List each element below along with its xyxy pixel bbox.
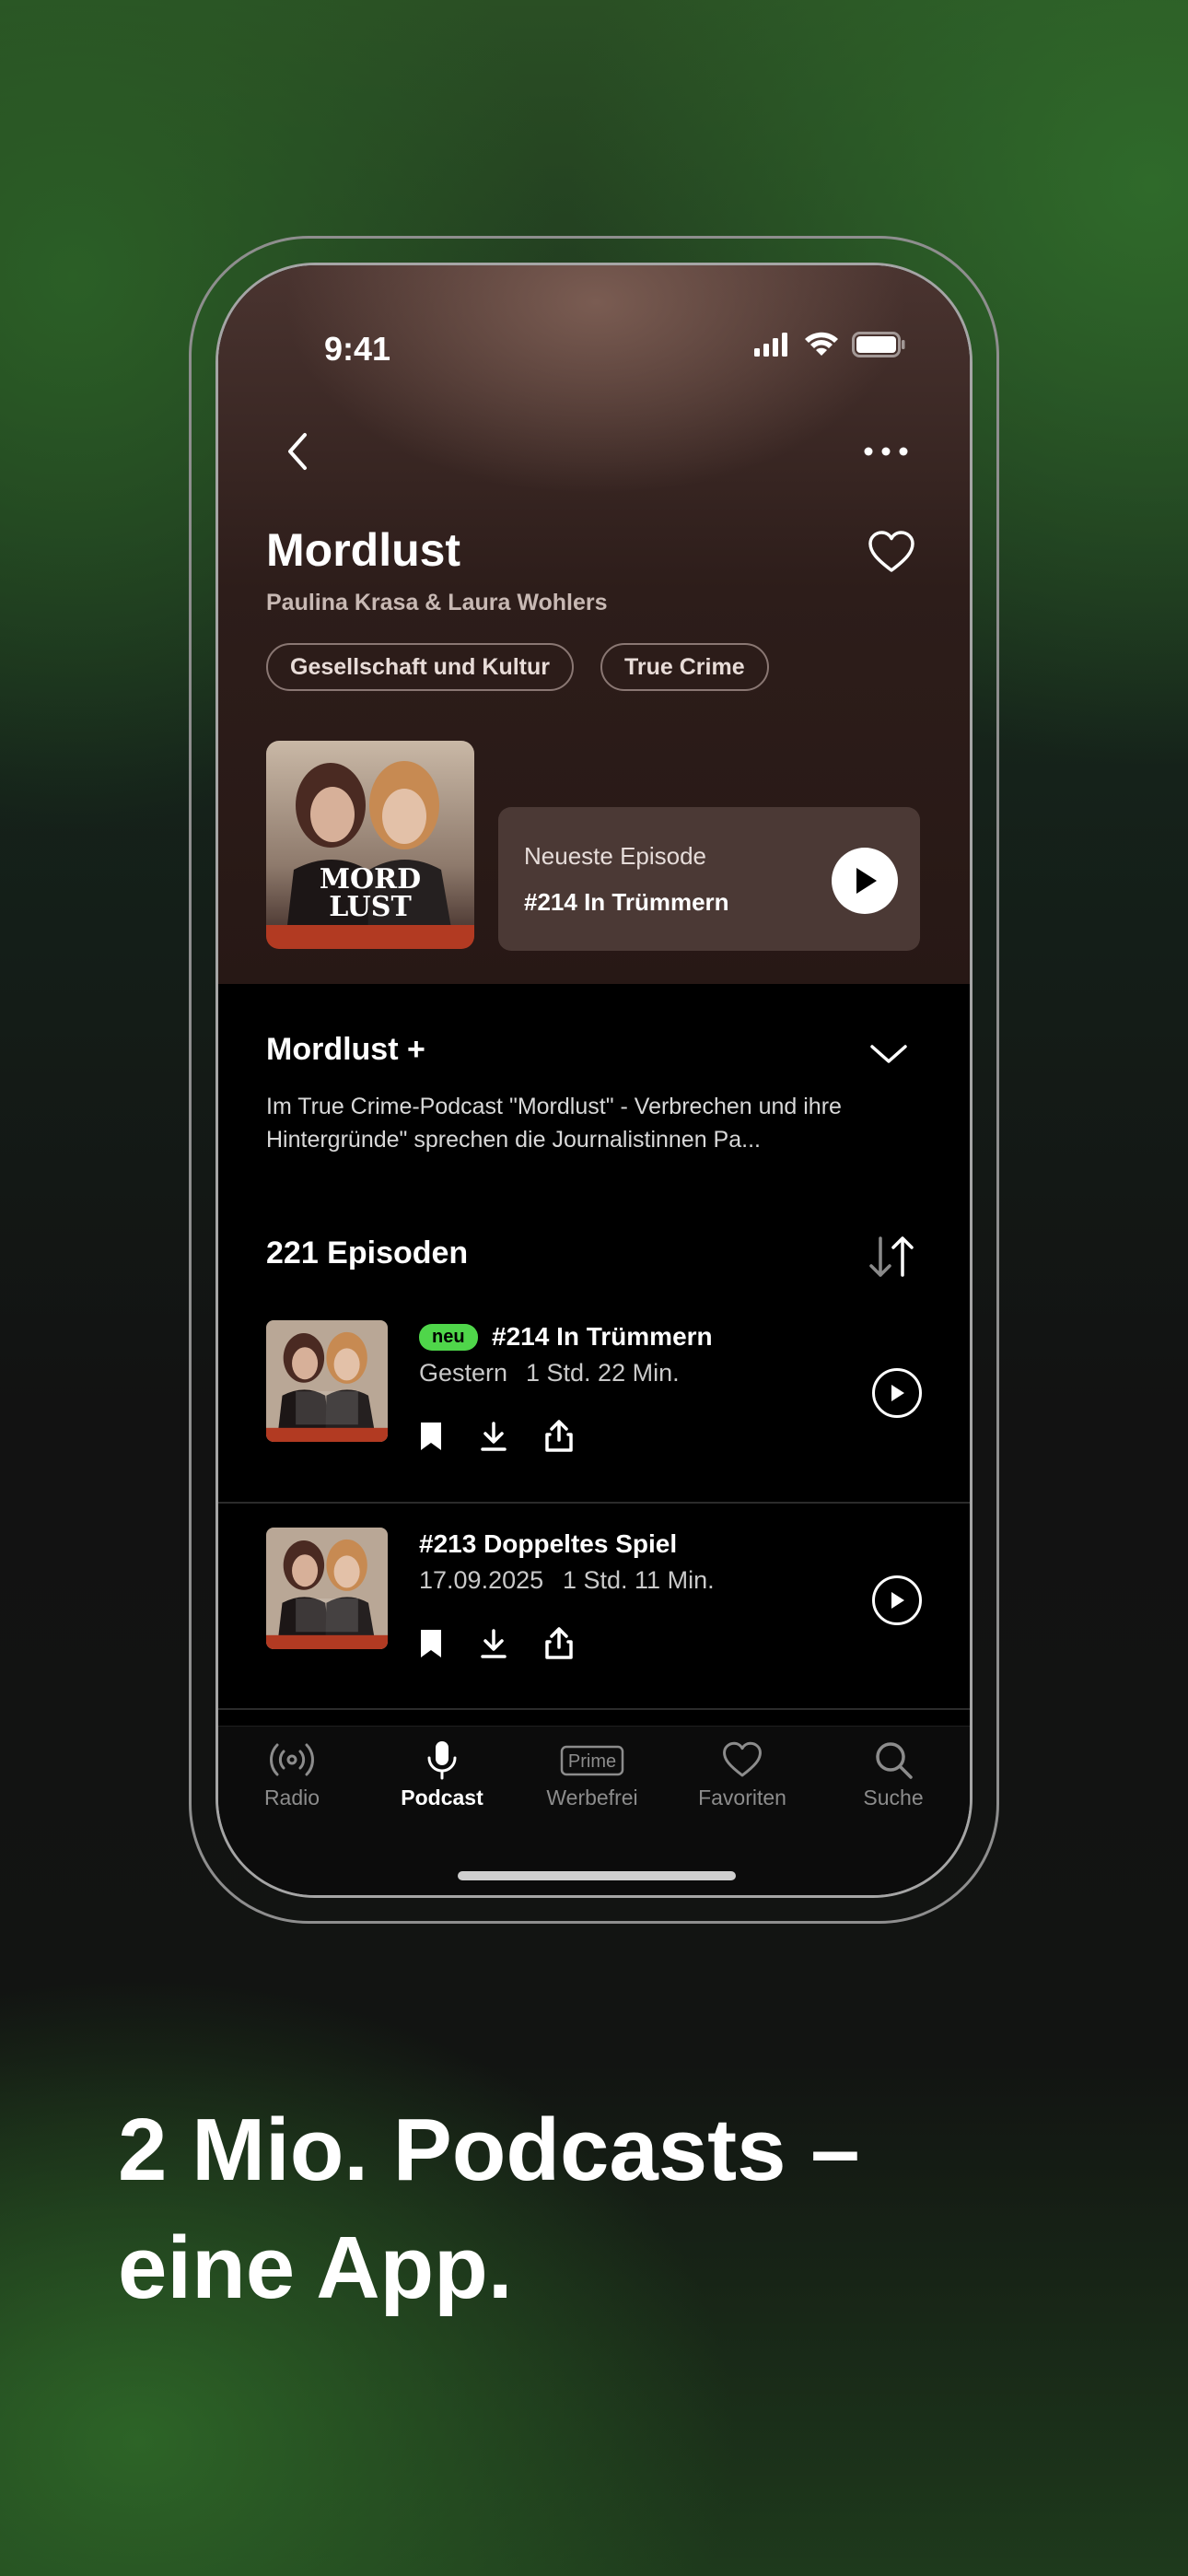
cover-art: MORD LUST bbox=[266, 741, 474, 949]
status-time: 9:41 bbox=[324, 330, 391, 368]
slogan-line-2: eine App. bbox=[118, 2219, 513, 2317]
tab-suche[interactable]: Suche bbox=[820, 1739, 967, 1810]
wifi-icon bbox=[805, 332, 838, 356]
podcast-cover[interactable]: MORD LUST bbox=[266, 741, 474, 949]
back-chevron-icon[interactable] bbox=[283, 429, 312, 474]
episode-play-button[interactable] bbox=[872, 1575, 922, 1625]
category-chip[interactable]: Gesellschaft und Kultur bbox=[266, 643, 574, 691]
latest-play-button[interactable] bbox=[832, 848, 898, 914]
more-options-icon[interactable] bbox=[863, 440, 909, 463]
signal-icon bbox=[754, 333, 787, 357]
play-icon bbox=[856, 868, 877, 894]
heart-icon bbox=[723, 1741, 762, 1777]
tab-label: Werbefrei bbox=[546, 1786, 638, 1809]
share-icon[interactable] bbox=[544, 1420, 574, 1453]
latest-episode-title: #214 In Trümmern bbox=[524, 888, 729, 916]
tab-label: Podcast bbox=[401, 1786, 483, 1809]
favorite-heart-icon[interactable] bbox=[868, 530, 915, 574]
tab-label: Suche bbox=[863, 1786, 924, 1809]
microphone-icon bbox=[427, 1741, 457, 1780]
episode-divider bbox=[218, 1708, 970, 1710]
play-icon bbox=[891, 1385, 904, 1401]
cover-text-lust: LUST bbox=[329, 891, 412, 923]
podcast-authors: Paulina Krasa & Laura Wohlers bbox=[266, 590, 608, 615]
tab-favoriten[interactable]: Favoriten bbox=[669, 1739, 816, 1810]
play-icon bbox=[891, 1592, 904, 1609]
episode-title: #213 Doppeltes Spiel bbox=[419, 1529, 678, 1558]
battery-icon bbox=[852, 332, 905, 357]
episode-row[interactable]: #213 Doppeltes Spiel 17.09.2025 1 Std. 1… bbox=[218, 1528, 970, 1734]
prime-icon-text: Prime bbox=[568, 1751, 616, 1772]
download-icon[interactable] bbox=[480, 1421, 507, 1452]
share-icon[interactable] bbox=[544, 1627, 574, 1660]
new-badge: neu bbox=[419, 1324, 478, 1351]
tab-radio[interactable]: Radio bbox=[218, 1739, 366, 1810]
episode-date: 17.09.2025 bbox=[419, 1566, 544, 1594]
tab-werbefrei[interactable]: Prime Werbefrei bbox=[518, 1739, 666, 1810]
episode-thumbnail bbox=[266, 1320, 388, 1442]
about-title: Mordlust + bbox=[266, 1032, 425, 1067]
episodes-count: 221 Episoden bbox=[266, 1235, 469, 1270]
episode-duration: 1 Std. 22 Min. bbox=[526, 1359, 680, 1387]
episode-date: Gestern bbox=[419, 1359, 508, 1387]
search-icon bbox=[876, 1742, 913, 1779]
tab-label: Radio bbox=[263, 1786, 320, 1809]
episode-duration: 1 Std. 11 Min. bbox=[563, 1566, 715, 1594]
bookmark-icon[interactable] bbox=[419, 1421, 443, 1452]
chevron-down-icon[interactable] bbox=[868, 1041, 909, 1067]
marketing-slogan: 2 Mio. Podcasts – eine App. bbox=[118, 2091, 1131, 2327]
episode-play-button[interactable] bbox=[872, 1368, 922, 1418]
tab-podcast[interactable]: Podcast bbox=[368, 1739, 516, 1810]
episode-title: #214 In Trümmern bbox=[492, 1322, 713, 1351]
episode-row[interactable]: neu #214 In Trümmern Gestern 1 Std. 22 M… bbox=[218, 1320, 970, 1527]
home-indicator[interactable] bbox=[458, 1871, 736, 1880]
episode-divider bbox=[218, 1502, 970, 1504]
latest-episode-card[interactable]: Neueste Episode #214 In Trümmern bbox=[498, 807, 920, 951]
status-icons bbox=[754, 332, 905, 357]
sort-icon[interactable] bbox=[868, 1233, 915, 1281]
phone-screen: 9:41 Mordlust Paulina Krasa & Laura Wohl… bbox=[215, 263, 973, 1898]
tab-label: Favoriten bbox=[698, 1786, 786, 1809]
prime-icon: Prime bbox=[560, 1745, 624, 1776]
episode-thumbnail bbox=[266, 1528, 388, 1649]
radio-icon bbox=[270, 1743, 314, 1776]
slogan-line-1: 2 Mio. Podcasts – bbox=[118, 2101, 860, 2199]
category-chip[interactable]: True Crime bbox=[600, 643, 769, 691]
download-icon[interactable] bbox=[480, 1628, 507, 1659]
bookmark-icon[interactable] bbox=[419, 1628, 443, 1659]
podcast-title: Mordlust bbox=[266, 524, 461, 576]
latest-episode-label: Neueste Episode bbox=[524, 842, 707, 870]
about-description: Im True Crime-Podcast "Mordlust" - Verbr… bbox=[266, 1094, 842, 1153]
